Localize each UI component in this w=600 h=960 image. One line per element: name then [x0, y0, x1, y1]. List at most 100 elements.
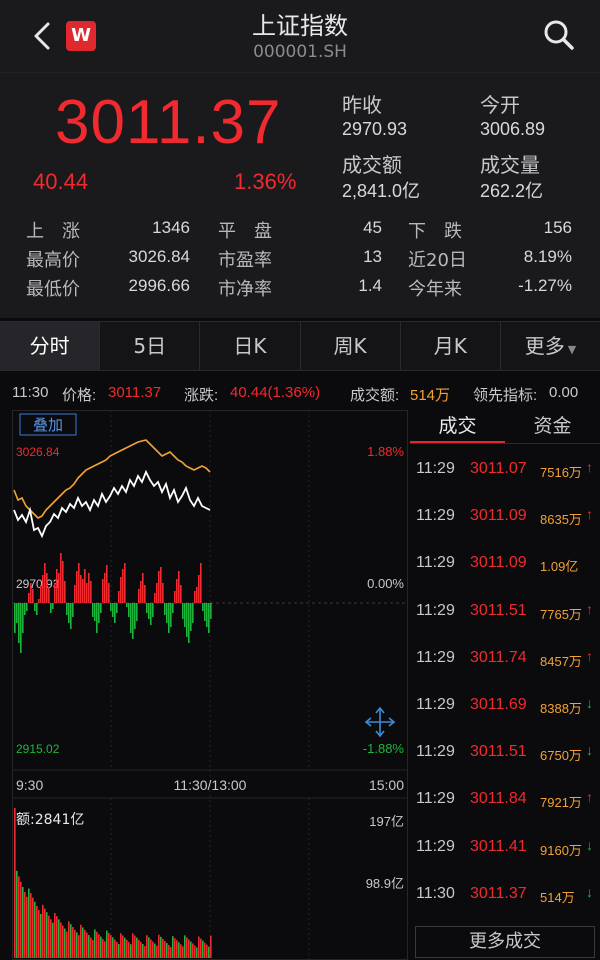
arrow-down-icon: ↓	[586, 836, 593, 853]
tab-intraday[interactable]: 分时	[0, 322, 101, 370]
volume-bar	[62, 925, 64, 958]
volume-total-label: 额:2841亿	[16, 812, 84, 828]
volume-bar	[100, 936, 102, 958]
volume-bar	[166, 942, 168, 958]
leader-bar	[204, 603, 206, 621]
volume-bar	[172, 936, 174, 958]
arrow-up-icon: ↑	[586, 647, 593, 664]
volume-bar	[40, 914, 42, 958]
volume-bar	[90, 937, 92, 958]
volume-bar	[158, 934, 160, 958]
leader-bar	[22, 603, 24, 633]
volume-bar	[78, 935, 80, 958]
leader-bar	[56, 569, 58, 603]
advances-label: 上 涨	[26, 221, 80, 242]
leader-bar	[72, 603, 74, 617]
tab-monthly-k[interactable]: 月K	[401, 322, 501, 370]
volume-bar	[126, 939, 128, 958]
leader-bar	[152, 603, 154, 617]
stock-code: 000001.SH	[253, 42, 347, 62]
leader-bar	[36, 603, 38, 615]
leader-bar	[140, 581, 142, 603]
prev-close-label: 昨收	[342, 93, 382, 117]
arrow-up-icon: ↑	[586, 789, 593, 806]
trade-time: 11:29	[416, 790, 455, 808]
leader-bar	[194, 591, 196, 603]
volume-bar	[110, 935, 112, 958]
more-trades-button[interactable]: 更多成交	[415, 926, 595, 958]
leader-bar	[60, 553, 62, 603]
volume-bar	[140, 941, 142, 958]
leader-bar	[26, 603, 28, 611]
declines-value: 156	[543, 218, 572, 237]
info-time: 11:30	[12, 384, 49, 401]
leader-bar	[154, 593, 156, 603]
current-price: 3011.37	[55, 88, 282, 157]
volume-bar	[118, 944, 120, 958]
trade-time: 11:30	[416, 884, 455, 902]
volume-bar	[130, 944, 132, 958]
volume-bar	[86, 932, 88, 958]
volume-bar	[152, 941, 154, 958]
volume-bar	[142, 944, 144, 958]
trade-volume: 6750万	[540, 748, 582, 764]
volume-bar	[132, 933, 134, 958]
leader-bar	[186, 603, 188, 637]
leader-bar	[38, 599, 40, 603]
volume-bar	[50, 919, 52, 958]
volume-bar	[202, 940, 204, 958]
leader-bar	[184, 603, 186, 627]
volume-bar	[64, 928, 66, 958]
tab-trades[interactable]: 成交	[410, 410, 505, 443]
trade-price: 3011.51	[470, 601, 527, 619]
tab-daily-k[interactable]: 日K	[200, 322, 301, 370]
volume-bar	[70, 924, 72, 958]
leader-bar	[84, 569, 86, 603]
info-change: 40.44(1.36%)	[230, 384, 321, 401]
volume-bar	[184, 935, 186, 958]
axis-high-pct: 1.88%	[367, 444, 404, 459]
trade-volume: 1.09亿	[540, 559, 579, 575]
search-icon[interactable]	[542, 18, 576, 52]
trade-row: 11:29 3011.09 8635万 ↑	[410, 506, 600, 529]
tab-weekly-k[interactable]: 周K	[301, 322, 401, 370]
leader-bar	[76, 571, 78, 603]
leader-bar	[156, 583, 158, 603]
info-leader: 0.00	[549, 384, 579, 401]
time-mid: 11:30/13:00	[174, 777, 247, 793]
leader-bar	[28, 593, 30, 603]
trade-row: 11:29 3011.69 8388万 ↓	[410, 695, 600, 718]
info-price-label: 价格:	[62, 387, 97, 404]
volume-bar	[56, 916, 58, 958]
trade-price: 3011.84	[470, 790, 527, 808]
trade-volume: 8457万	[540, 653, 582, 669]
volume-bar	[96, 931, 98, 958]
tab-more-label: 更多	[524, 334, 565, 358]
leader-bar	[58, 573, 60, 603]
arrow-down-icon: ↓	[586, 883, 593, 900]
leader-bar	[66, 603, 68, 615]
leader-bar	[158, 571, 160, 603]
leader-bar	[20, 603, 22, 653]
leader-bar	[68, 603, 70, 623]
trade-time: 11:29	[416, 507, 455, 525]
volume-bar	[74, 929, 76, 958]
leader-bar	[44, 563, 46, 603]
leader-bar	[42, 575, 44, 603]
leader-bar	[190, 603, 192, 631]
leader-bar	[90, 581, 92, 603]
trade-time: 11:29	[416, 696, 455, 713]
trades-panel: 成交 资金 11:29 3011.07 7516万 ↑ 11:29 3011.09 8635…	[410, 410, 600, 960]
intraday-chart[interactable]: 叠加 3026.84 1.88% 2970.93 0.00% 2915.02 -…	[12, 410, 408, 960]
tab-funds[interactable]: 资金	[505, 410, 600, 443]
leader-bar	[168, 603, 170, 633]
high-value: 3026.84	[128, 247, 190, 266]
volume-bar	[42, 904, 44, 958]
leader-bar	[192, 603, 194, 623]
tab-5day[interactable]: 5日	[100, 322, 201, 370]
volume-bar	[170, 947, 172, 958]
expand-icon[interactable]	[364, 706, 396, 738]
leader-bar	[86, 583, 88, 603]
tab-more[interactable]: 更多 ▼	[501, 322, 600, 370]
volume-bar	[94, 929, 96, 958]
